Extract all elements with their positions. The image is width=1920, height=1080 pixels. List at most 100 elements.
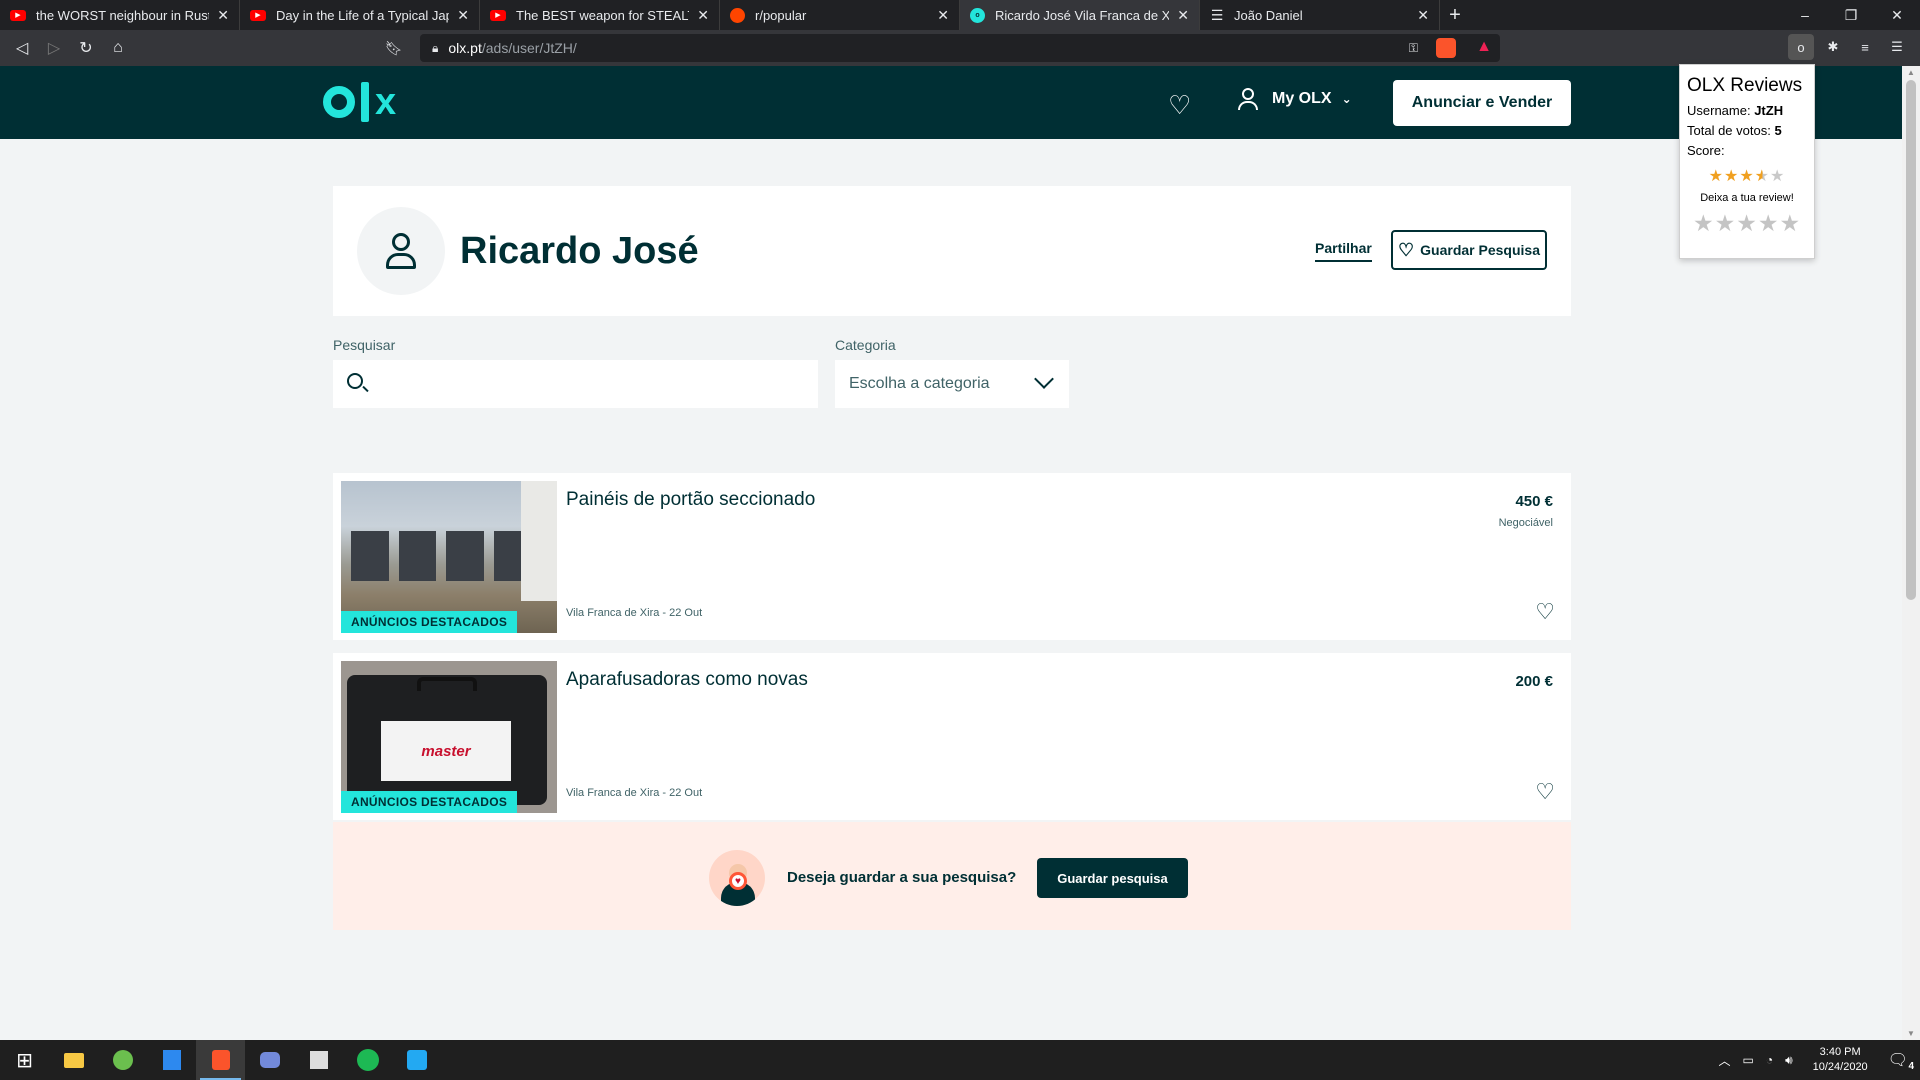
category-select[interactable]: Escolha a categoria xyxy=(835,360,1069,408)
olx-logo[interactable]: x xyxy=(323,82,396,122)
sell-button[interactable]: Anunciar e Vender xyxy=(1393,80,1571,126)
calendar-icon[interactable] xyxy=(147,1040,196,1080)
my-olx-menu[interactable]: My OLX ⌄ xyxy=(1238,88,1352,110)
reviews-votes-value: 5 xyxy=(1774,123,1782,138)
save-search-button[interactable]: ♡ Guardar Pesquisa xyxy=(1391,230,1547,270)
listing-title[interactable]: Aparafusadoras como novas xyxy=(566,669,808,691)
avatar xyxy=(357,207,445,295)
bookmark-icon[interactable]: 🔖︎ xyxy=(385,40,403,57)
close-icon[interactable]: ✕ xyxy=(1417,7,1429,24)
chevron-up-icon[interactable]: ︿ xyxy=(1718,1052,1730,1069)
rating-input[interactable]: ★★★★★ xyxy=(1687,210,1807,237)
extensions-icon[interactable]: ✱ xyxy=(1820,34,1846,60)
window-controls: – ❐ ✕ xyxy=(1782,0,1920,30)
volume-icon[interactable]: 🔊︎ xyxy=(1785,1053,1793,1068)
lock-icon[interactable]: 🔒︎ xyxy=(432,41,438,56)
paint-icon[interactable] xyxy=(98,1040,147,1080)
page-scrollbar[interactable]: ▲ ▼ xyxy=(1902,66,1920,1040)
favorite-heart-icon[interactable]: ♡ xyxy=(1535,599,1555,625)
notifications-icon[interactable]: 🗨︎ 4 xyxy=(1888,1050,1914,1072)
category-value: Escolha a categoria xyxy=(849,375,990,392)
reviews-votes: Total de votos: 5 xyxy=(1687,123,1782,138)
home-icon[interactable]: ⌂ xyxy=(102,33,134,63)
score-stars: ★★★★★ xyxy=(1708,168,1786,185)
close-icon[interactable]: ✕ xyxy=(1177,7,1189,24)
favorites-heart-icon[interactable]: ♡ xyxy=(1168,90,1191,121)
close-icon[interactable]: ✕ xyxy=(697,7,709,24)
reload-icon[interactable]: ↻ xyxy=(70,33,102,63)
back-icon[interactable]: ◁ xyxy=(6,33,38,63)
scroll-down-icon[interactable]: ▼ xyxy=(1907,1029,1915,1038)
search-field[interactable] xyxy=(333,360,818,408)
address-bar: ◁ ▷ ↻ ⌂ 🔖︎ 🔒︎ olx.pt/ads/user/JtZH/ ⚿ ▲ … xyxy=(0,30,1920,66)
vscode-icon[interactable] xyxy=(392,1040,441,1080)
star-icon[interactable]: ★ xyxy=(1693,210,1715,236)
system-tray: ︿ ▭ ◔ 🔊︎ 3:40 PM 10/24/2020 🗨︎ 4 xyxy=(1712,1045,1920,1075)
minimize-icon[interactable]: – xyxy=(1782,0,1828,30)
youtube-icon: ▶ xyxy=(250,9,266,21)
star-icon[interactable]: ★ xyxy=(1736,210,1758,236)
close-icon[interactable]: ✕ xyxy=(937,7,949,24)
brave-shield-icon[interactable] xyxy=(1436,38,1456,58)
close-icon[interactable]: ✕ xyxy=(217,7,229,24)
browser-tab[interactable]: ▶ Day in the Life of a Typical Japanes ✕ xyxy=(240,0,480,30)
listing-card[interactable]: master ANÚNCIOS DESTACADOS Aparafusadora… xyxy=(333,653,1571,820)
tab-title: The BEST weapon for STEALTHY pl xyxy=(516,7,689,23)
user-icon xyxy=(1238,88,1258,110)
browser-tab-active[interactable]: o Ricardo José Vila Franca de Xira - / ✕ xyxy=(960,0,1200,30)
browser-tab-bar: ▶ the WORST neighbour in Rust. - Yo ✕ ▶ … xyxy=(0,0,1920,30)
save-search-label: Guardar Pesquisa xyxy=(1420,242,1540,258)
windows-start-icon[interactable]: ⊞ xyxy=(0,1040,49,1080)
banner-text: Deseja guardar a sua pesquisa? xyxy=(787,869,1017,886)
battery-icon[interactable]: ▭ xyxy=(1742,1053,1753,1067)
rewards-icon[interactable]: ▲ xyxy=(1476,38,1492,56)
store-icon[interactable] xyxy=(294,1040,343,1080)
featured-badge: ANÚNCIOS DESTACADOS xyxy=(341,611,518,633)
listing-image[interactable]: ANÚNCIOS DESTACADOS xyxy=(341,481,557,633)
wifi-icon[interactable]: ◔ xyxy=(1766,1053,1773,1067)
save-search-banner-button[interactable]: Guardar pesquisa xyxy=(1037,858,1188,898)
menu-icon[interactable]: ☰ xyxy=(1884,34,1910,60)
tab-title: the WORST neighbour in Rust. - Yo xyxy=(36,7,209,23)
star-icon[interactable]: ★ xyxy=(1758,210,1780,236)
save-search-banner: ♥ Deseja guardar a sua pesquisa? Guardar… xyxy=(333,822,1571,930)
windows-taskbar: ⊞ ︿ ▭ ◔ 🔊︎ 3:40 PM 10/24/2020 🗨︎ 4 xyxy=(0,1040,1920,1080)
spotify-icon[interactable] xyxy=(343,1040,392,1080)
close-icon[interactable]: ✕ xyxy=(457,7,469,24)
featured-badge: ANÚNCIOS DESTACADOS xyxy=(341,791,518,813)
thumb-brand-text: master xyxy=(421,742,471,760)
profile-card: Ricardo José Partilhar ♡ Guardar Pesquis… xyxy=(333,186,1571,316)
forward-icon[interactable]: ▷ xyxy=(38,33,70,63)
tab-title: r/popular xyxy=(755,7,807,23)
listing-card[interactable]: ANÚNCIOS DESTACADOS Painéis de portão se… xyxy=(333,473,1571,640)
search-input[interactable] xyxy=(383,360,803,408)
new-tab-button[interactable]: + xyxy=(1440,0,1470,30)
close-window-icon[interactable]: ✕ xyxy=(1874,0,1920,30)
media-icon[interactable]: ≡ xyxy=(1852,34,1878,60)
key-icon[interactable]: ⚿ xyxy=(1409,41,1418,56)
listing-title[interactable]: Painéis de portão seccionado xyxy=(566,489,815,511)
file-explorer-icon[interactable] xyxy=(49,1040,98,1080)
browser-tab[interactable]: r/popular ✕ xyxy=(720,0,960,30)
restore-icon[interactable]: ❐ xyxy=(1828,0,1874,30)
favorite-heart-icon[interactable]: ♡ xyxy=(1535,779,1555,805)
listing-image[interactable]: master ANÚNCIOS DESTACADOS xyxy=(341,661,557,813)
category-label: Categoria xyxy=(835,337,896,353)
browser-tab[interactable]: ☰ João Daniel ✕ xyxy=(1200,0,1440,30)
discord-icon[interactable] xyxy=(245,1040,294,1080)
scroll-up-icon[interactable]: ▲ xyxy=(1907,68,1915,77)
listing-location-date: Vila Franca de Xira - 22 Out xyxy=(566,787,703,799)
olx-reviews-extension-icon[interactable]: o xyxy=(1788,34,1814,60)
star-icon[interactable]: ★ xyxy=(1715,210,1737,236)
browser-tab[interactable]: ▶ The BEST weapon for STEALTHY pl ✕ xyxy=(480,0,720,30)
scrollbar-thumb[interactable] xyxy=(1906,80,1916,600)
search-illustration: ♥ xyxy=(709,850,765,906)
share-link[interactable]: Partilhar xyxy=(1315,240,1372,262)
clock[interactable]: 3:40 PM 10/24/2020 xyxy=(1813,1045,1868,1075)
clock-time: 3:40 PM xyxy=(1819,1046,1861,1058)
brave-browser-icon[interactable] xyxy=(196,1040,245,1080)
listing-price: 200 € xyxy=(1515,673,1553,690)
star-icon[interactable]: ★ xyxy=(1779,210,1801,236)
browser-tab[interactable]: ▶ the WORST neighbour in Rust. - Yo ✕ xyxy=(0,0,240,30)
url-bar[interactable]: 🔖︎ 🔒︎ olx.pt/ads/user/JtZH/ ⚿ ▲ xyxy=(385,34,1500,62)
